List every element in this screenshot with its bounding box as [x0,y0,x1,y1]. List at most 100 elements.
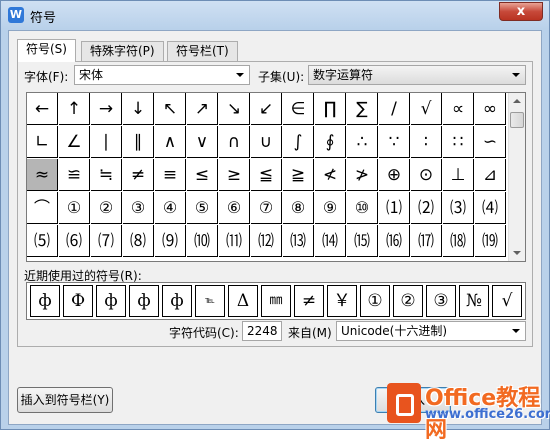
symbol-cell[interactable]: ∴ [347,126,378,158]
symbol-cell[interactable]: √ [411,93,442,125]
symbol-cell[interactable]: ⑨ [315,192,346,224]
scroll-down-icon[interactable] [509,244,525,261]
symbol-cell[interactable]: ⑩ [347,192,378,224]
symbol-cell[interactable]: ∠ [59,126,90,158]
symbol-grid-scrollbar[interactable] [508,93,525,261]
symbol-cell[interactable]: ∈ [283,93,314,125]
symbol-cell[interactable]: ≯ [347,159,378,191]
recent-symbol-cell[interactable]: ф [162,285,192,317]
symbol-cell[interactable]: ⑾ [219,225,250,257]
symbol-cell[interactable]: ⑧ [283,192,314,224]
scroll-up-icon[interactable] [509,93,525,110]
symbol-cell[interactable]: ⑻ [123,225,154,257]
symbol-cell[interactable]: ⑶ [443,192,474,224]
recent-symbol-cell[interactable]: № [459,285,489,317]
symbol-cell[interactable]: ⊕ [379,159,410,191]
from-select[interactable]: Unicode(十六进制) [336,321,526,341]
symbol-cell[interactable]: ↑ [59,93,90,125]
recent-symbol-cell[interactable]: ф [96,285,126,317]
symbol-cell[interactable]: ⑵ [411,192,442,224]
recent-symbol-cell[interactable]: ф [129,285,159,317]
symbol-cell[interactable]: ③ [123,192,154,224]
insert-to-symbol-bar-button[interactable]: 插入到符号栏(Y) [17,387,113,413]
recent-symbol-cell[interactable]: ф [30,285,60,317]
symbol-cell[interactable]: ⒀ [283,225,314,257]
symbol-cell[interactable]: ② [91,192,122,224]
tab-special-chars[interactable]: 特殊字符(P) [81,41,164,61]
symbol-cell[interactable]: ↙ [251,93,282,125]
symbol-cell[interactable]: ∧ [155,126,186,158]
tab-symbol-bar[interactable]: 符号栏(T) [167,41,238,61]
title-bar[interactable]: W 符号 x [1,1,549,29]
symbol-cell[interactable]: ⑽ [187,225,218,257]
symbol-cell[interactable]: ∝ [443,93,474,125]
recent-symbol-cell[interactable]: ② [393,285,423,317]
symbol-cell[interactable]: ∷ [443,126,474,158]
recent-symbol-cell[interactable]: ① [360,285,390,317]
symbol-cell[interactable]: ∪ [251,126,282,158]
symbol-cell[interactable]: ⑸ [27,225,58,257]
close-button[interactable]: x [499,2,543,21]
symbol-cell[interactable]: ⑷ [475,192,506,224]
recent-symbol-cell[interactable]: ￥ [327,285,357,317]
symbol-cell[interactable]: ∮ [315,126,346,158]
symbol-cell[interactable]: ⊥ [443,159,474,191]
symbol-cell[interactable]: ↘ [219,93,250,125]
symbol-cell[interactable]: → [91,93,122,125]
symbol-cell[interactable]: ⑼ [155,225,186,257]
symbol-cell[interactable]: ⒂ [347,225,378,257]
symbol-cell[interactable]: ∶ [411,126,442,158]
font-select[interactable]: 宋体 [74,65,250,85]
symbol-cell[interactable]: ∽ [475,126,506,158]
symbol-cell[interactable]: ⑺ [91,225,122,257]
recent-symbol-cell[interactable]: ℡ [195,285,225,317]
symbol-cell[interactable]: ⑴ [379,192,410,224]
symbol-cell[interactable]: ⒁ [315,225,346,257]
symbol-cell[interactable]: ⑥ [219,192,250,224]
symbol-cell[interactable]: ≤ [187,159,218,191]
symbol-cell[interactable]: ≧ [283,159,314,191]
symbol-cell[interactable]: ≦ [251,159,282,191]
symbol-cell[interactable]: ≥ [219,159,250,191]
symbol-cell[interactable]: ④ [155,192,186,224]
symbol-cell[interactable]: ≡ [155,159,186,191]
symbol-cell[interactable]: ∩ [219,126,250,158]
symbol-cell[interactable]: ∟ [27,126,58,158]
symbol-cell[interactable]: ∨ [187,126,218,158]
symbol-cell[interactable]: ∵ [379,126,410,158]
subset-select[interactable]: 数字运算符 [308,65,526,85]
symbol-cell[interactable]: ⌒ [27,192,58,224]
symbol-cell[interactable]: ↓ [123,93,154,125]
symbol-cell[interactable]: ∣ [91,126,122,158]
symbol-cell[interactable]: ⒆ [475,225,506,257]
symbol-cell[interactable]: ⑿ [251,225,282,257]
symbol-cell[interactable]: ≌ [59,159,90,191]
symbol-cell[interactable]: ≠ [123,159,154,191]
recent-symbol-cell[interactable]: ㎜ [261,285,291,317]
recent-symbol-cell[interactable]: ≠ [294,285,324,317]
symbol-cell[interactable]: ↖ [155,93,186,125]
symbol-cell[interactable]: ∞ [475,93,506,125]
symbol-cell[interactable]: ⒅ [443,225,474,257]
symbol-cell[interactable]: ⒄ [411,225,442,257]
recent-symbol-cell[interactable]: Ф [63,285,93,317]
recent-symbol-cell[interactable]: Δ [228,285,258,317]
symbol-cell[interactable]: ≮ [315,159,346,191]
symbol-cell[interactable]: ⊙ [411,159,442,191]
symbol-cell[interactable]: ⊿ [475,159,506,191]
symbol-cell[interactable]: ⑤ [187,192,218,224]
scroll-thumb[interactable] [510,112,524,128]
symbol-cell[interactable]: ↗ [187,93,218,125]
symbol-cell[interactable]: ⑦ [251,192,282,224]
recent-symbol-cell[interactable]: √ [492,285,522,317]
symbol-cell[interactable]: / [379,93,410,125]
symbol-cell[interactable]: ⒃ [379,225,410,257]
tab-symbols[interactable]: 符号(S) [17,39,76,62]
symbol-cell[interactable]: ∫ [283,126,314,158]
symbol-cell[interactable]: ∏ [315,93,346,125]
symbol-cell[interactable]: ← [27,93,58,125]
recent-symbol-cell[interactable]: ③ [426,285,456,317]
symbol-cell[interactable]: ① [59,192,90,224]
symbol-cell[interactable]: ≈ [27,159,58,191]
symbol-cell[interactable]: ≒ [91,159,122,191]
